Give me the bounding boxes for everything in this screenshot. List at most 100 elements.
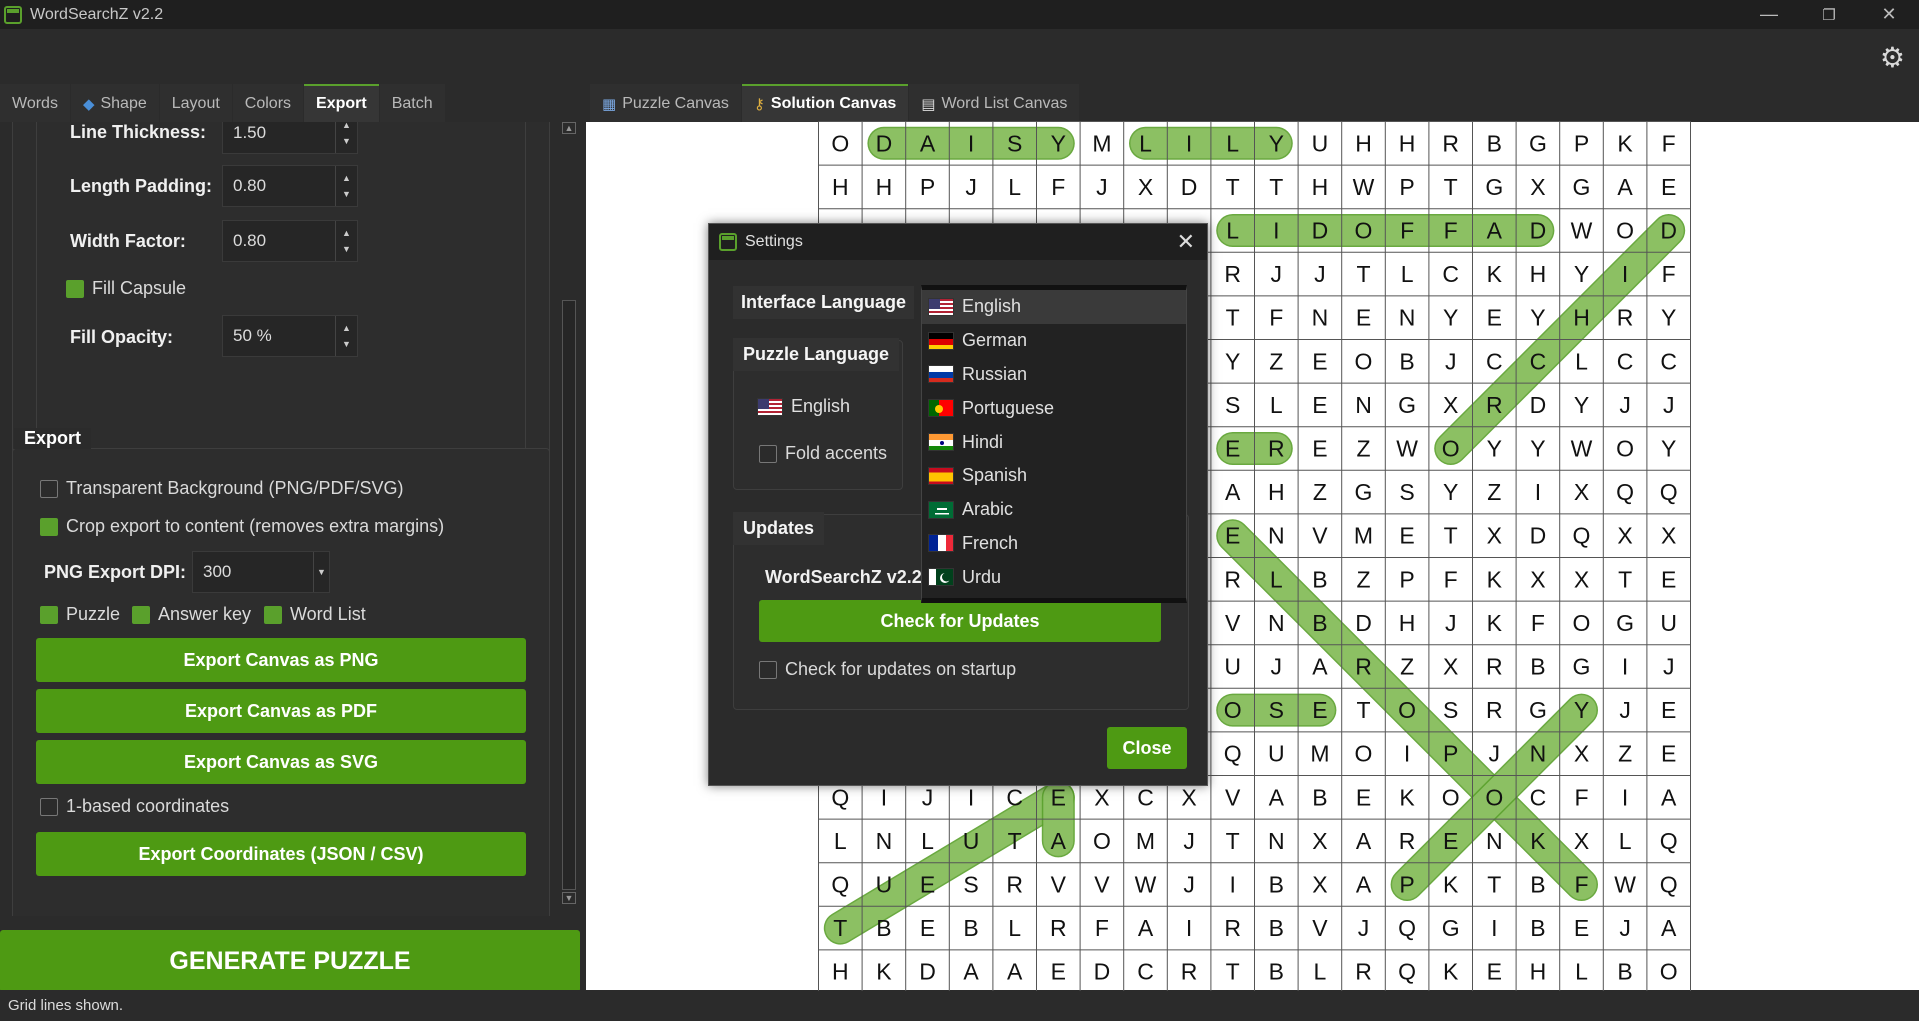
check-for-updates-button[interactable]: Check for Updates xyxy=(759,600,1161,642)
grid-letter: N xyxy=(1268,828,1285,854)
one-based-coordinates-checkbox[interactable]: 1-based coordinates xyxy=(40,796,229,817)
export-pdf-button[interactable]: Export Canvas as PDF xyxy=(36,689,526,733)
answer-key-checkbox[interactable]: Answer key xyxy=(132,604,251,625)
length-padding-spinbox[interactable]: 0.80 ▲ ▼ xyxy=(222,165,358,207)
generate-puzzle-button[interactable]: GENERATE PUZZLE xyxy=(0,930,580,990)
tab-export[interactable]: Export xyxy=(304,84,379,122)
grid-letter: D xyxy=(876,130,893,156)
language-option-german[interactable]: German xyxy=(922,324,1186,358)
grid-letter: W xyxy=(1396,436,1418,462)
grid-letter: K xyxy=(1399,784,1415,810)
close-window-button[interactable]: ✕ xyxy=(1859,0,1919,29)
tab-words[interactable]: Words xyxy=(0,84,70,122)
grid-letter: A xyxy=(1356,872,1372,898)
grid-letter: J xyxy=(1619,392,1631,418)
fill-capsule-checkbox[interactable]: Fill Capsule xyxy=(66,278,186,299)
spin-arrows[interactable]: ▲ ▼ xyxy=(335,221,357,261)
line-thickness-label: Line Thickness: xyxy=(70,122,207,142)
grid-letter: S xyxy=(1225,392,1240,418)
tab-colors[interactable]: Colors xyxy=(232,84,304,122)
grid-letter: H xyxy=(1355,130,1372,156)
diamond-icon: ◆ xyxy=(82,96,95,113)
grid-letter: G xyxy=(1573,654,1591,680)
restore-button[interactable]: ❐ xyxy=(1799,0,1859,29)
grid-letter: H xyxy=(1530,959,1547,985)
checkbox-box[interactable] xyxy=(40,479,58,498)
export-panel: Line Thickness: 1.50 ▲ ▼ Length Padding: 0… xyxy=(0,122,580,990)
fill-opacity-spinbox[interactable]: 50 % ▲ ▼ xyxy=(222,315,358,357)
grid-letter: R xyxy=(1224,915,1241,941)
grid-letter: E xyxy=(1051,959,1066,985)
grid-letter: C xyxy=(1006,784,1023,810)
checkbox-box[interactable] xyxy=(66,279,84,298)
grid-letter: C xyxy=(1530,348,1547,374)
check-updates-startup-checkbox[interactable]: Check for updates on startup xyxy=(759,659,1016,680)
language-option-arabic[interactable]: Arabic xyxy=(922,493,1186,527)
export-png-button[interactable]: Export Canvas as PNG xyxy=(36,638,526,682)
language-option-english[interactable]: English xyxy=(922,290,1186,324)
grid-letter: O xyxy=(1660,959,1678,985)
panel-scrollbar[interactable]: ▲ ▼ xyxy=(560,122,578,910)
word-list-checkbox[interactable]: Word List xyxy=(264,604,366,625)
width-factor-spinbox[interactable]: 0.80 ▲ ▼ xyxy=(222,220,358,262)
tab-batch[interactable]: Batch xyxy=(379,84,445,122)
grid-letter: F xyxy=(1531,610,1545,636)
grid-letter: Q xyxy=(1398,915,1416,941)
export-coordinates-button[interactable]: Export Coordinates (JSON / CSV) xyxy=(36,832,526,876)
transparent-background-checkbox[interactable]: Transparent Background (PNG/PDF/SVG) xyxy=(40,478,403,499)
checkbox-box[interactable] xyxy=(40,605,58,624)
language-option-urdu[interactable]: Urdu xyxy=(922,560,1186,594)
puzzle-language-combobox[interactable]: English xyxy=(757,396,850,417)
grid-letter: X xyxy=(1443,654,1458,680)
checkbox-box[interactable] xyxy=(132,605,150,624)
grid-letter: R xyxy=(1399,828,1416,854)
checkbox-box[interactable] xyxy=(40,517,58,536)
language-option-russian[interactable]: Russian xyxy=(922,358,1186,392)
line-thickness-spinbox[interactable]: 1.50 ▲ ▼ xyxy=(222,122,358,154)
puzzle-checkbox[interactable]: Puzzle xyxy=(40,604,120,625)
language-option-french[interactable]: French xyxy=(922,527,1186,561)
close-icon[interactable]: ✕ xyxy=(1177,229,1195,255)
tab-shape[interactable]: ◆ Shape xyxy=(70,84,159,122)
grid-letter: A xyxy=(1007,959,1023,985)
interface-language-dropdown[interactable]: English German Russian Portuguese Hindi … xyxy=(921,285,1187,603)
tab-puzzle-canvas[interactable]: ▦ Puzzle Canvas xyxy=(590,84,741,122)
grid-letter: J xyxy=(1183,828,1195,854)
checkbox-box[interactable] xyxy=(759,444,777,463)
left-tab-bar: Words ◆ Shape Layout Colors Export Batch xyxy=(0,82,446,122)
grid-letter: B xyxy=(1530,915,1545,941)
chevron-down-icon[interactable]: ▼ xyxy=(313,552,329,592)
crop-export-checkbox[interactable]: Crop export to content (removes extra ma… xyxy=(40,516,444,537)
tab-word-list-canvas[interactable]: ▤ Word List Canvas xyxy=(909,84,1080,122)
scroll-up-icon[interactable]: ▲ xyxy=(562,122,576,134)
fold-accents-checkbox[interactable]: Fold accents xyxy=(759,443,887,464)
minimize-button[interactable]: — xyxy=(1739,0,1799,29)
spin-arrows[interactable]: ▲ ▼ xyxy=(335,316,357,356)
language-option-portuguese[interactable]: Portuguese xyxy=(922,391,1186,425)
gear-icon[interactable]: ⚙ xyxy=(1880,41,1905,74)
tab-solution-canvas[interactable]: ⚷ Solution Canvas xyxy=(741,84,909,122)
grid-letter: B xyxy=(1269,915,1284,941)
settings-dialog: Settings ✕ Interface Language Puzzle Lan… xyxy=(708,223,1208,786)
png-dpi-combobox[interactable]: 300 ▼ xyxy=(192,551,330,593)
tab-layout[interactable]: Layout xyxy=(159,84,232,122)
dialog-close-button[interactable]: Close xyxy=(1107,727,1187,769)
checkbox-box[interactable] xyxy=(40,797,58,816)
grid-letter: C xyxy=(1486,348,1503,374)
language-option-hindi[interactable]: Hindi xyxy=(922,425,1186,459)
spin-arrows[interactable]: ▲ ▼ xyxy=(335,166,357,206)
checkbox-box[interactable] xyxy=(264,605,282,624)
dialog-title: Settings xyxy=(745,233,803,250)
export-svg-button[interactable]: Export Canvas as SVG xyxy=(36,740,526,784)
grid-letter: F xyxy=(1051,174,1065,200)
grid-letter: J xyxy=(922,784,934,810)
scroll-down-icon[interactable]: ▼ xyxy=(562,892,576,904)
scrollbar-thumb[interactable] xyxy=(562,300,576,890)
grid-letter: R xyxy=(1486,392,1503,418)
grid-letter: R xyxy=(1442,130,1459,156)
checkbox-box[interactable] xyxy=(759,660,777,679)
language-option-spanish[interactable]: Spanish xyxy=(922,459,1186,493)
spin-arrows[interactable]: ▲ ▼ xyxy=(335,122,357,153)
dialog-title-bar: Settings ✕ xyxy=(709,224,1207,260)
grid-letter: I xyxy=(1404,741,1410,767)
